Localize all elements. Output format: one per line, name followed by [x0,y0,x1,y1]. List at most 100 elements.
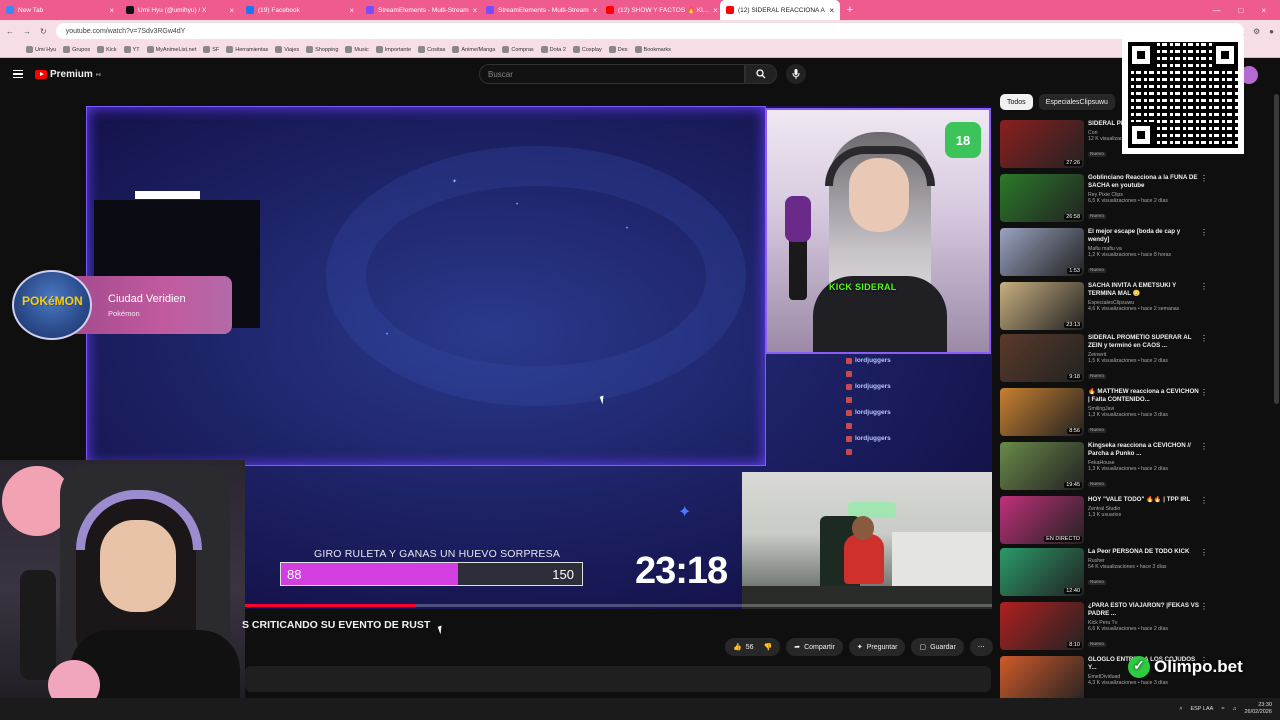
recommendation-item[interactable]: 9:18 SIDERAL PROMETIO SUPERAR AL ZEIN y … [1000,334,1208,384]
recommendation-title[interactable]: HOY "VALE TODO" 🔥🔥 | TPP IRL [1088,496,1200,504]
video-thumbnail[interactable]: 12:40 [1000,548,1084,596]
video-thumbnail[interactable]: EN DIRECTO [1000,496,1084,544]
close-icon[interactable]: × [713,6,718,15]
tray-chevron-icon[interactable]: ˄ [1179,706,1182,712]
browser-tab[interactable]: (19) Facebook × [240,0,360,20]
recommendation-item[interactable]: 19:45 Kingseka reacciona a CEVICHON // P… [1000,442,1208,492]
video-thumbnail[interactable] [1000,656,1084,704]
bookmark-item[interactable]: Herramientas [226,46,268,53]
recommendation-item[interactable]: 1:53 El mejor escape [boda de cap y wend… [1000,228,1208,278]
close-icon[interactable]: × [109,6,114,15]
bookmark-item[interactable]: YT [123,46,140,53]
new-tab-button[interactable]: + [840,4,860,16]
minimize-icon[interactable]: — [1212,6,1220,15]
close-icon[interactable]: × [593,6,598,15]
recommendation-item[interactable]: 8:56 🔥 MATTHEW reacciona a CEVICHON | Fa… [1000,388,1208,438]
bookmark-item[interactable]: Compras [502,46,534,53]
browser-tab[interactable]: (12) SHOW Y FACTOS 🔥 Kl… × [600,0,720,20]
recommendation-title[interactable]: Goblinciano Reacciona a la FUNA DE SACHA… [1088,174,1200,190]
recommendation-title[interactable]: La Peor PERSONA DE TODO KICK [1088,548,1200,556]
close-icon[interactable]: × [229,6,234,15]
save-button[interactable]: ▢ Guardar [911,638,964,656]
recommendation-item[interactable]: 23:13 SACHA INVITA A EMETSUKI Y TERMINA … [1000,282,1208,332]
youtube-logo[interactable]: Premium PE [35,69,101,80]
more-actions-button[interactable]: ⋯ [969,638,993,656]
more-options-icon[interactable]: ⋮ [1200,388,1208,397]
bookmark-item[interactable]: MyAnimeList.net [146,46,196,53]
bookmark-item[interactable]: Cosplay [572,46,602,53]
like-button[interactable]: 👍 56 👎 [725,638,781,656]
browser-tab[interactable]: StreamElements - Multi-Stream × [360,0,480,20]
more-options-icon[interactable]: ⋮ [1200,496,1208,505]
video-thumbnail[interactable]: 26:58 [1000,174,1084,222]
bookmark-item[interactable]: Music [345,46,369,53]
more-options-icon[interactable]: ⋮ [1200,602,1208,611]
bookmark-item[interactable]: Dota 2 [540,46,566,53]
close-icon[interactable]: × [829,6,834,15]
clock[interactable]: 23:30 26/02/2026 [1244,702,1272,716]
video-thumbnail[interactable]: 9:18 [1000,334,1084,382]
bookmark-item[interactable]: Des [608,46,628,53]
filter-chip[interactable]: EspecialesClipsuwu [1038,94,1115,110]
bookmark-item[interactable]: Viajes [275,46,299,53]
search-button[interactable] [745,64,777,84]
bookmark-item[interactable]: Importante [375,46,411,53]
bookmark-item[interactable]: Cositas [418,46,445,53]
bookmark-item[interactable]: Grupos [63,46,90,53]
recommendation-title[interactable]: El mejor escape [boda de cap y wendy] [1088,228,1200,244]
recommendation-item[interactable]: EN DIRECTO HOY "VALE TODO" 🔥🔥 | TPP IRL … [1000,496,1208,546]
browser-tab[interactable]: New Tab × [0,0,120,20]
forward-icon[interactable]: → [23,27,31,36]
filter-chip[interactable]: Todos [1000,94,1033,110]
more-options-icon[interactable]: ⋮ [1200,334,1208,343]
close-icon[interactable]: × [473,6,478,15]
extensions-icon[interactable]: ⚙ [1253,27,1260,36]
wifi-icon[interactable]: ≈ [1221,706,1224,712]
video-thumbnail[interactable]: 8:10 [1000,602,1084,650]
url-field[interactable]: youtube.com/watch?v=7Sdv3RGw4dY [55,23,1244,39]
bookmark-item[interactable]: Kick [97,46,117,53]
sidebar-scrollbar[interactable] [1274,94,1279,404]
close-window-icon[interactable]: × [1261,6,1266,15]
back-icon[interactable]: ← [6,27,14,36]
close-icon[interactable]: × [349,6,354,15]
bookmark-item[interactable]: Anime/Manga [452,46,495,53]
video-thumbnail[interactable]: 1:53 [1000,228,1084,276]
recommendation-title[interactable]: SACHA INVITA A EMETSUKI Y TERMINA MAL 😳 [1088,282,1200,298]
more-options-icon[interactable]: ⋮ [1200,282,1208,291]
browser-tab[interactable]: StreamElements - Multi-Stream × [480,0,600,20]
recommendation-title[interactable]: Kingseka reacciona a CEVICHON // Parcha … [1088,442,1200,458]
browser-tab[interactable]: Umi Hyu (@umihyu) / X × [120,0,240,20]
more-options-icon[interactable]: ⋮ [1200,442,1208,451]
more-options-icon[interactable]: ⋮ [1200,174,1208,183]
more-options-icon[interactable]: ⋮ [1200,228,1208,237]
video-thumbnail[interactable]: 8:56 [1000,388,1084,436]
recommendation-title[interactable]: 🔥 MATTHEW reacciona a CEVICHON | Falta C… [1088,388,1200,404]
recommendation-item[interactable]: 26:58 Goblinciano Reacciona a la FUNA DE… [1000,174,1208,224]
thumbs-down-icon[interactable]: 👎 [764,643,773,651]
bookmark-item[interactable]: SF [203,46,219,53]
video-thumbnail[interactable]: 19:45 [1000,442,1084,490]
recommendation-item[interactable]: 8:10 ¿PARA ESTO VIAJARON? |FEKAS VS PADR… [1000,602,1208,652]
profile-icon[interactable]: ● [1269,27,1274,36]
recommendation-item[interactable]: 12:40 La Peor PERSONA DE TODO KICK Rushe… [1000,548,1208,598]
description-box[interactable] [245,666,991,692]
tray-lang[interactable]: ESP LAA [1190,706,1213,712]
reload-icon[interactable]: ↻ [40,27,47,36]
share-button[interactable]: ➦ Compartir [786,638,843,656]
menu-icon[interactable] [13,70,23,78]
more-options-icon[interactable]: ⋮ [1200,548,1208,557]
video-thumbnail[interactable]: 23:13 [1000,282,1084,330]
bookmark-item[interactable]: Bookmarks [634,46,671,53]
volume-icon[interactable]: ♫ [1232,706,1236,712]
maximize-icon[interactable]: □ [1238,6,1243,15]
video-thumbnail[interactable]: 27:26 [1000,120,1084,168]
bookmark-item[interactable]: Shopping [306,46,338,53]
ask-button[interactable]: ✦ Preguntar [848,638,906,656]
search-input[interactable]: Buscar [479,64,745,84]
bookmark-item[interactable]: Umi Hyu [26,46,56,53]
browser-tab[interactable]: (12) SIDERAL REACCIONA A × [720,0,840,20]
voice-search-button[interactable] [786,64,806,84]
recommendation-title[interactable]: ¿PARA ESTO VIAJARON? |FEKAS VS PADRE ... [1088,602,1200,618]
recommendation-title[interactable]: SIDERAL PROMETIO SUPERAR AL ZEIN y termi… [1088,334,1200,350]
